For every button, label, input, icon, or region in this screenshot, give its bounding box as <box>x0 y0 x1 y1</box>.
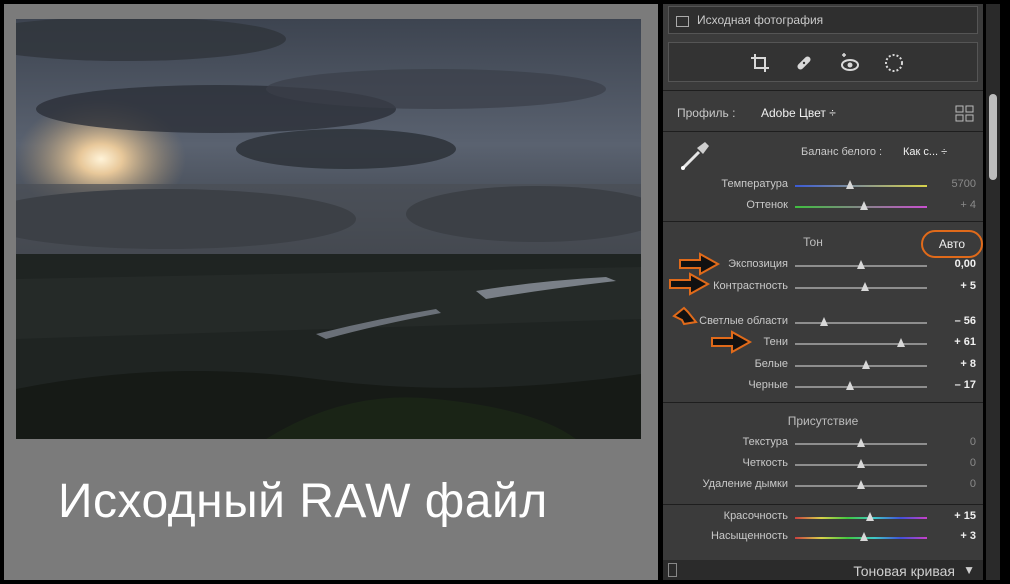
slider-value[interactable]: + 5 <box>926 280 976 292</box>
slider-value[interactable]: 0,00 <box>926 258 976 270</box>
slider-value[interactable]: – 56 <box>926 315 976 327</box>
scrollbar-thumb[interactable] <box>989 94 997 180</box>
tone-curve-header[interactable]: Тоновая кривая ▼ <box>663 560 983 580</box>
eyedropper-icon[interactable] <box>677 138 713 174</box>
slider-label: Удаление дымки <box>702 478 788 490</box>
slider-thumb[interactable] <box>846 381 855 390</box>
slider-value[interactable]: 0 <box>926 478 976 490</box>
profile-browser-icon[interactable] <box>955 105 975 123</box>
slider-track[interactable] <box>795 322 927 324</box>
slider-label: Насыщенность <box>710 530 788 542</box>
slider-thumb[interactable] <box>862 360 871 369</box>
landscape-photo <box>16 19 641 439</box>
slider-thumb[interactable] <box>820 317 829 326</box>
original-photo-toggle[interactable]: Исходная фотография <box>668 6 978 34</box>
slider-label: Красочность <box>723 510 788 522</box>
slider-value[interactable]: + 3 <box>926 530 976 542</box>
original-photo-label: Исходная фотография <box>697 13 824 27</box>
divider <box>663 504 983 505</box>
divider <box>663 90 983 91</box>
collapse-triangle-icon[interactable]: ▼ <box>963 563 975 577</box>
mask-icon[interactable] <box>883 52 905 74</box>
auto-button[interactable]: Авто <box>921 230 983 258</box>
red-eye-icon[interactable] <box>839 52 861 74</box>
slider-value[interactable]: + 61 <box>926 336 976 348</box>
tool-strip <box>668 42 978 82</box>
slider-thumb[interactable] <box>857 459 865 468</box>
white-balance-select[interactable]: Как с... ÷ <box>903 146 947 158</box>
slider-value[interactable]: + 15 <box>926 510 976 522</box>
slider-thumb[interactable] <box>896 338 905 347</box>
divider <box>663 221 983 222</box>
annotation-arrows <box>669 252 753 354</box>
checkbox-icon[interactable] <box>676 16 689 27</box>
profile-label: Профиль : <box>677 106 736 120</box>
preview-area: Исходный RAW файл <box>4 4 658 580</box>
slider-label: Четкость <box>742 457 788 469</box>
slider-thumb[interactable] <box>857 438 865 447</box>
heal-icon[interactable] <box>793 52 815 74</box>
slider-thumb[interactable] <box>859 201 868 210</box>
slider-value[interactable]: – 17 <box>926 379 976 391</box>
slider-thumb[interactable] <box>857 260 865 269</box>
slider-value[interactable]: + 4 <box>926 199 976 211</box>
slider-value[interactable]: + 8 <box>926 358 976 370</box>
crop-icon[interactable] <box>749 52 771 74</box>
slider-track[interactable] <box>795 386 927 388</box>
slider-label: Оттенок <box>746 199 788 211</box>
slider-value[interactable]: 0 <box>926 436 976 448</box>
slider-label: Текстура <box>742 436 788 448</box>
slider-thumb[interactable] <box>860 282 869 291</box>
divider <box>663 402 983 403</box>
slider-label: Черные <box>748 379 788 391</box>
tone-curve-label: Тоновая кривая <box>853 563 955 579</box>
slider-thumb[interactable] <box>857 480 865 489</box>
divider <box>663 131 983 132</box>
presence-section-title: Присутствие <box>787 414 859 428</box>
slider-thumb[interactable] <box>866 512 875 521</box>
caption-text: Исходный RAW файл <box>58 475 548 528</box>
slider-thumb[interactable] <box>846 180 855 189</box>
panel-toggle-icon[interactable] <box>668 563 677 577</box>
slider-value[interactable]: 5700 <box>926 178 976 190</box>
slider-track[interactable] <box>795 185 927 187</box>
slider-track[interactable] <box>795 343 927 345</box>
slider-value[interactable]: 0 <box>926 457 976 469</box>
profile-select[interactable]: Adobe Цвет ÷ <box>761 106 836 120</box>
slider-label: Температура <box>721 178 788 190</box>
scrollbar[interactable] <box>986 4 1000 580</box>
slider-track[interactable] <box>795 517 927 519</box>
slider-track[interactable] <box>795 365 927 367</box>
white-balance-label: Баланс белого : <box>801 146 883 158</box>
slider-thumb[interactable] <box>859 532 868 541</box>
